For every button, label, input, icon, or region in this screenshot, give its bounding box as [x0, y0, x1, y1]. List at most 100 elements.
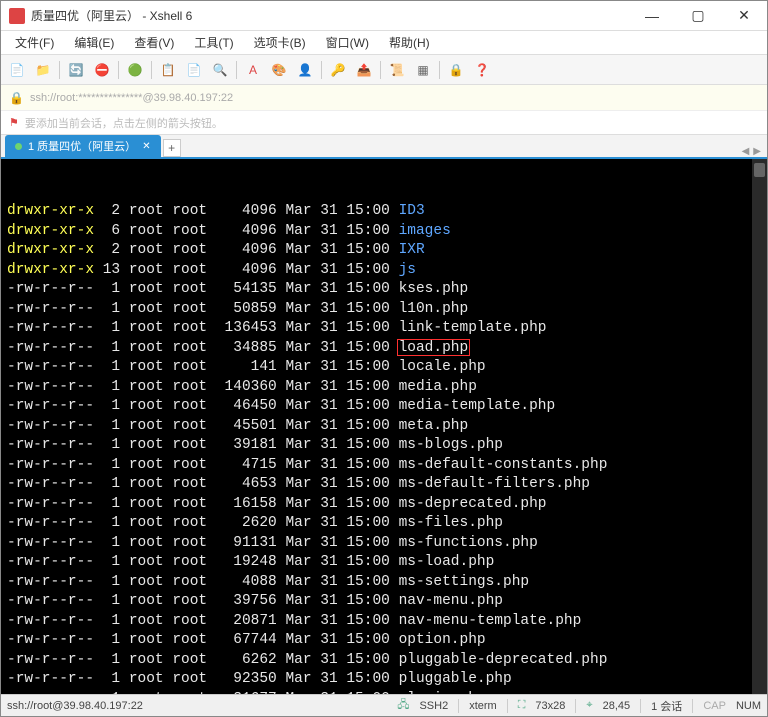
- file-name: l10n.php: [399, 301, 469, 317]
- terminal-line: -rw-r--r-- 1 root root 4715 Mar 31 15:00…: [7, 456, 761, 476]
- status-sessions: 1 会话: [651, 698, 682, 714]
- key-icon[interactable]: 🔑: [328, 60, 348, 80]
- menubar: 文件(F) 编辑(E) 查看(V) 工具(T) 选项卡(B) 窗口(W) 帮助(…: [1, 31, 767, 55]
- tab-label: 1 质量四优（阿里云）: [28, 138, 136, 154]
- file-name: ms-blogs.php: [399, 437, 503, 453]
- disconnect-icon[interactable]: ⛔: [92, 60, 112, 80]
- file-name: nav-menu.php: [399, 593, 503, 609]
- terminal-line: -rw-r--r-- 1 root root 39756 Mar 31 15:0…: [7, 592, 761, 612]
- paste-icon[interactable]: 📄: [184, 60, 204, 80]
- menu-tools[interactable]: 工具(T): [186, 32, 241, 53]
- terminal-line: -rw-r--r-- 1 root root 16158 Mar 31 15:0…: [7, 495, 761, 515]
- terminal-line: -rw-r--r-- 1 root root 4653 Mar 31 15:00…: [7, 475, 761, 495]
- address-text[interactable]: ssh://root:***************@39.98.40.197:…: [30, 92, 233, 104]
- hint-bar: ⚑ 要添加当前会话，点击左侧的箭头按钮。: [1, 111, 767, 135]
- file-name: ms-deprecated.php: [399, 496, 547, 512]
- size-icon: ⛶: [518, 699, 526, 712]
- file-name: kses.php: [399, 281, 469, 297]
- ssh-icon: 🖧: [397, 696, 409, 715]
- status-cap: CAP: [703, 700, 726, 712]
- session-tab[interactable]: 1 质量四优（阿里云） ✕: [5, 135, 161, 157]
- status-term: xterm: [469, 700, 497, 712]
- add-tab-button[interactable]: +: [163, 139, 181, 157]
- terminal-line: -rw-r--r-- 1 root root 54135 Mar 31 15:0…: [7, 280, 761, 300]
- find-icon[interactable]: 🔍: [210, 60, 230, 80]
- terminal-line: drwxr-xr-x 2 root root 4096 Mar 31 15:00…: [7, 241, 761, 261]
- status-num: NUM: [736, 700, 761, 712]
- file-name: IXR: [399, 242, 425, 258]
- menu-tab[interactable]: 选项卡(B): [246, 32, 314, 53]
- terminal-line: drwxr-xr-x 13 root root 4096 Mar 31 15:0…: [7, 261, 761, 281]
- file-name: ms-load.php: [399, 554, 495, 570]
- separator: [151, 61, 152, 79]
- terminal-line: -rw-r--r-- 1 root root 92350 Mar 31 15:0…: [7, 670, 761, 690]
- terminal-line: drwxr-xr-x 6 root root 4096 Mar 31 15:00…: [7, 222, 761, 242]
- transfer-icon[interactable]: 📤: [354, 60, 374, 80]
- separator: [640, 699, 641, 713]
- terminal-line: -rw-r--r-- 1 root root 46450 Mar 31 15:0…: [7, 397, 761, 417]
- terminal-line: -rw-r--r-- 1 root root 4088 Mar 31 15:00…: [7, 573, 761, 593]
- tab-nav: ◀ ▶: [742, 146, 767, 157]
- terminal-line: -rw-r--r-- 1 root root 34885 Mar 31 15:0…: [7, 339, 761, 359]
- lock-icon: 🔒: [9, 91, 24, 105]
- maximize-button[interactable]: ▢: [675, 1, 721, 31]
- scrollbar-thumb[interactable]: [754, 163, 765, 177]
- file-name: images: [399, 223, 451, 239]
- separator: [692, 699, 693, 713]
- menu-edit[interactable]: 编辑(E): [66, 32, 122, 53]
- properties-icon[interactable]: 🟢: [125, 60, 145, 80]
- file-name: ms-default-filters.php: [399, 476, 590, 492]
- file-name: ms-default-constants.php: [399, 457, 608, 473]
- tab-close-icon[interactable]: ✕: [142, 141, 150, 152]
- menu-file[interactable]: 文件(F): [7, 32, 62, 53]
- file-name: media.php: [399, 379, 477, 395]
- script-icon[interactable]: 📜: [387, 60, 407, 80]
- separator: [439, 61, 440, 79]
- terminal-line: -rw-r--r-- 1 root root 2620 Mar 31 15:00…: [7, 514, 761, 534]
- copy-icon[interactable]: 📋: [158, 60, 178, 80]
- file-name: ms-files.php: [399, 515, 503, 531]
- separator: [236, 61, 237, 79]
- lock-icon[interactable]: 🔒: [446, 60, 466, 80]
- close-button[interactable]: ✕: [721, 1, 767, 31]
- tabbar: 1 质量四优（阿里云） ✕ + ◀ ▶: [1, 135, 767, 159]
- menu-window[interactable]: 窗口(W): [318, 32, 377, 53]
- user-icon[interactable]: 👤: [295, 60, 315, 80]
- terminal-line: -rw-r--r-- 1 root root 67744 Mar 31 15:0…: [7, 631, 761, 651]
- statusbar: ssh://root@39.98.40.197:22 🖧 SSH2 xterm …: [1, 694, 767, 716]
- tile-icon[interactable]: ▦: [413, 60, 433, 80]
- tab-prev-icon[interactable]: ◀: [742, 146, 750, 157]
- font-icon[interactable]: A: [243, 60, 263, 80]
- file-name: pluggable.php: [399, 671, 512, 687]
- file-name: meta.php: [399, 418, 469, 434]
- status-ssh: SSH2: [419, 700, 448, 712]
- terminal-line: -rw-r--r-- 1 root root 31677 Mar 31 15:0…: [7, 690, 761, 695]
- tab-next-icon[interactable]: ▶: [753, 146, 761, 157]
- menu-help[interactable]: 帮助(H): [381, 32, 438, 53]
- status-dot-icon: [15, 143, 22, 150]
- file-name: ms-settings.php: [399, 574, 530, 590]
- minimize-button[interactable]: —: [629, 1, 675, 31]
- file-name: plugin.php: [399, 691, 486, 695]
- separator: [380, 61, 381, 79]
- reconnect-icon[interactable]: 🔄: [66, 60, 86, 80]
- new-session-icon[interactable]: 📄: [7, 60, 27, 80]
- menu-view[interactable]: 查看(V): [126, 32, 182, 53]
- file-name: locale.php: [399, 359, 486, 375]
- color-icon[interactable]: 🎨: [269, 60, 289, 80]
- terminal-line: -rw-r--r-- 1 root root 50859 Mar 31 15:0…: [7, 300, 761, 320]
- hint-text: 要添加当前会话，点击左侧的箭头按钮。: [25, 115, 223, 131]
- scrollbar[interactable]: [752, 159, 767, 694]
- help-icon[interactable]: ❓: [472, 60, 492, 80]
- toolbar: 📄 📁 🔄 ⛔ 🟢 📋 📄 🔍 A 🎨 👤 🔑 📤 📜 ▦ 🔒 ❓: [1, 55, 767, 85]
- file-name: ms-functions.php: [399, 535, 538, 551]
- terminal-line: -rw-r--r-- 1 root root 19248 Mar 31 15:0…: [7, 553, 761, 573]
- app-icon: [9, 8, 25, 24]
- file-name: load.php: [399, 340, 469, 356]
- file-name: media-template.php: [399, 398, 556, 414]
- open-session-icon[interactable]: 📁: [33, 60, 53, 80]
- flag-icon: ⚑: [9, 116, 19, 129]
- terminal[interactable]: drwxr-xr-x 2 root root 4096 Mar 31 15:00…: [1, 159, 767, 694]
- separator: [59, 61, 60, 79]
- terminal-line: -rw-r--r-- 1 root root 6262 Mar 31 15:00…: [7, 651, 761, 671]
